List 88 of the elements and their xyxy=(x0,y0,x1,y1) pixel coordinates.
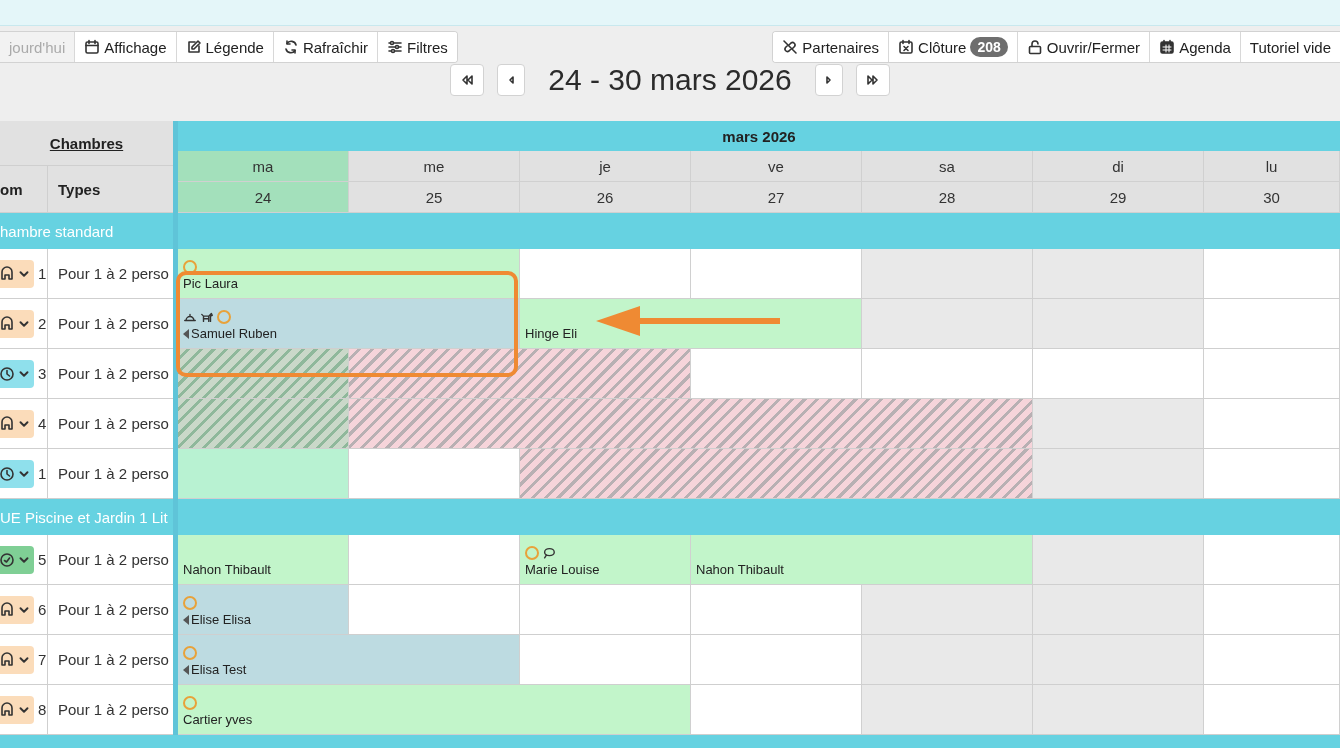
room-type: Pour 1 à 2 perso xyxy=(58,651,169,668)
guest-name: Pic Laura xyxy=(183,276,238,291)
booking-bar[interactable]: Cartier yves xyxy=(178,685,691,735)
room-number: 4 xyxy=(38,415,47,432)
room-group-name: UE Piscine et Jardin 1 Lit xyxy=(0,507,169,528)
clock-icon xyxy=(0,365,15,382)
booking-bar[interactable]: Samuel Ruben xyxy=(178,299,520,349)
booking-bar[interactable]: Nahon Thibault xyxy=(691,535,1033,585)
room-type: Pour 1 à 2 perso xyxy=(58,701,169,718)
check-circle-icon xyxy=(0,551,15,568)
room-type: Pour 1 à 2 perso xyxy=(58,601,169,618)
day-number: 24 xyxy=(178,182,349,213)
day-number: 28 xyxy=(862,182,1033,213)
status-dropdown[interactable] xyxy=(0,595,34,624)
blocked-period[interactable] xyxy=(178,349,349,399)
day-number: 25 xyxy=(349,182,520,213)
previous-button[interactable] xyxy=(497,64,526,96)
status-dropdown[interactable] xyxy=(0,409,34,438)
refresh-icon xyxy=(282,39,299,55)
calendar-icon xyxy=(1159,39,1176,55)
day-name: je xyxy=(520,151,691,182)
room-type: Pour 1 à 2 perso xyxy=(58,315,169,332)
booking-bar[interactable]: Elisa Test xyxy=(178,635,520,685)
room-type: Pour 1 à 2 perso xyxy=(58,465,169,482)
week-title: 24 - 30 mars 2026 xyxy=(548,63,792,97)
toolbar-button[interactable]: Partenaires xyxy=(773,32,890,62)
booking-bar[interactable]: Hinge Eli xyxy=(520,299,862,349)
day-number: 26 xyxy=(520,182,691,213)
sliders-icon xyxy=(386,39,403,55)
room-type: Pour 1 à 2 perso xyxy=(58,365,169,382)
room-number: 6 xyxy=(38,601,47,618)
first-button[interactable] xyxy=(450,64,485,96)
booking-bar[interactable]: Pic Laura xyxy=(178,249,520,299)
day-number: 27 xyxy=(691,182,862,213)
count-badge: 208 xyxy=(970,37,1008,57)
status-dropdown[interactable] xyxy=(0,695,34,724)
day-name: ma xyxy=(178,151,349,182)
guest-name: Samuel Ruben xyxy=(191,326,277,341)
blocked-period[interactable] xyxy=(178,399,349,449)
clock-icon xyxy=(0,465,15,482)
unlock-icon xyxy=(1026,39,1043,55)
edit-icon xyxy=(185,39,202,55)
booking-bar[interactable]: Elise Elisa xyxy=(178,585,349,635)
room-number: 1 xyxy=(38,465,47,482)
day-name: ve xyxy=(691,151,862,182)
day-name: sa xyxy=(862,151,1033,182)
blocked-period[interactable] xyxy=(349,349,691,399)
guest-name: Marie Louise xyxy=(525,562,600,577)
status-dropdown[interactable] xyxy=(0,545,34,574)
calendar-icon xyxy=(84,39,101,55)
room-number: 7 xyxy=(38,651,47,668)
booking-bar[interactable]: Nahon Thibault xyxy=(178,535,349,585)
status-dropdown[interactable] xyxy=(0,309,34,338)
guest-name: Nahon Thibault xyxy=(696,562,784,577)
double-right-icon xyxy=(864,72,881,88)
room-number: 8 xyxy=(38,701,47,718)
day-number: 30 xyxy=(1204,182,1340,213)
guest-name: Elise Elisa xyxy=(191,612,251,627)
day-number: 29 xyxy=(1033,182,1204,213)
room-number: 1 xyxy=(38,265,47,282)
room-group-name: hambre standard xyxy=(0,221,115,242)
guest-name: Elisa Test xyxy=(191,662,247,677)
day-name: me xyxy=(349,151,520,182)
room-type: Pour 1 à 2 perso xyxy=(58,265,169,282)
room-number: 2 xyxy=(38,315,47,332)
status-dropdown[interactable] xyxy=(0,359,34,388)
status-dropdown[interactable] xyxy=(0,259,34,288)
double-left-icon xyxy=(459,72,476,88)
status-dropdown[interactable] xyxy=(0,645,34,674)
guest-name: Nahon Thibault xyxy=(183,562,271,577)
month-header: mars 2026 xyxy=(178,121,1340,151)
blocked-period[interactable] xyxy=(520,449,1033,499)
day-name: lu xyxy=(1204,151,1340,182)
room-number: 3 xyxy=(38,365,47,382)
day-name: di xyxy=(1033,151,1204,182)
guest-name: Hinge Eli xyxy=(525,326,578,341)
status-dropdown[interactable] xyxy=(0,459,34,488)
room-type: Pour 1 à 2 perso xyxy=(58,551,169,568)
guest-name: Cartier yves xyxy=(183,712,253,727)
calendar-x-icon xyxy=(898,39,915,55)
room-type: Pour 1 à 2 perso xyxy=(58,415,169,432)
last-button[interactable] xyxy=(855,64,890,96)
booking-bar[interactable]: Marie Louise xyxy=(520,535,691,585)
booking-bar[interactable] xyxy=(178,449,349,499)
unlink-icon xyxy=(782,39,799,55)
next-button[interactable] xyxy=(814,64,843,96)
blocked-period[interactable] xyxy=(349,399,1033,449)
room-number: 5 xyxy=(38,551,47,568)
